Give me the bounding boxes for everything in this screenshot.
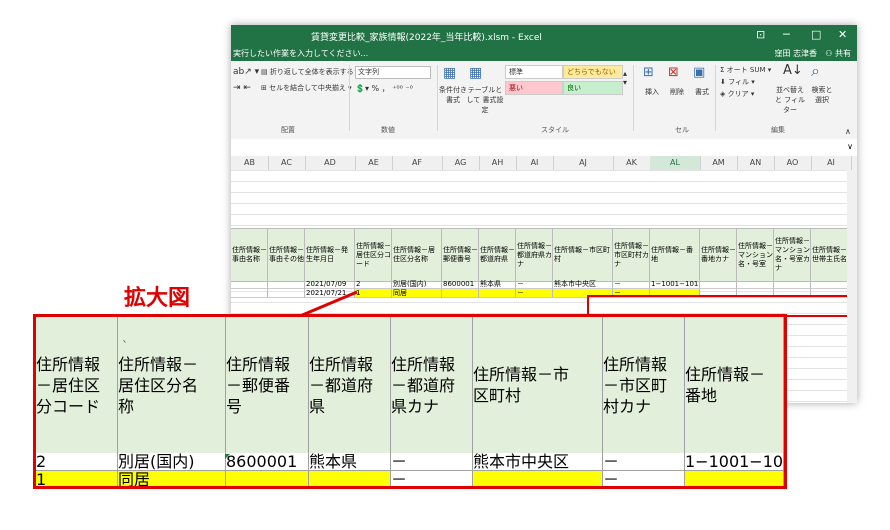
zoom-header-line: 住所情報 (36, 354, 101, 374)
zoom-header-line: －都道府 (309, 375, 374, 395)
zoom-header-cell: 住所情報 －都道府県 (309, 317, 391, 453)
zoom-header-line: 村カナ (603, 396, 652, 416)
zoom-header-line: 住所情報 (603, 354, 668, 374)
zoom-header-line: 県カナ (391, 396, 440, 416)
zoom-header-line: 居住区分名 (118, 375, 199, 395)
zoom-header-line: 住所情報－市 (473, 365, 570, 384)
zoom-data-cell: － (391, 453, 473, 471)
zoom-data-cell: 1−1001−101 (685, 453, 784, 471)
cursor-mark: ` (122, 339, 128, 353)
zoom-header-line: 住所情報 (309, 354, 374, 374)
error-indicator-icon (225, 454, 230, 459)
zoom-data-cell (685, 471, 784, 486)
zoom-header-text: 住所情報 －市区町 村カナ (603, 354, 667, 417)
zoom-header-line: 住所情報－ (685, 365, 766, 384)
zoom-header-line: 住所情報－ (118, 354, 199, 374)
zoom-header-text: 住所情報－ 居住区分名称 (118, 354, 198, 417)
zoom-header-line: －居住区 (36, 375, 101, 395)
zoom-data-cell: 2 (36, 453, 118, 471)
zoom-data-cell: 熊本県 (309, 453, 391, 471)
zoom-header-text: 住所情報 －郵便番号 (226, 354, 290, 417)
zoom-data-cell: 別居(国内) (118, 453, 226, 471)
zoom-header-cell: 住所情報－ 番地 (685, 317, 784, 453)
zoom-header-line: 号 (226, 396, 243, 416)
zoom-header-cell: 住所情報 －郵便番号 (226, 317, 309, 453)
zoom-header-text: 住所情報 －居住区 分コード (36, 354, 100, 417)
zoom-header-cell: 住所情報 －居住区 分コード (36, 317, 118, 453)
zoom-header-cell: 住所情報－ 居住区分名称 (118, 317, 226, 453)
zoom-header-text: 住所情報－ 番地 (685, 364, 765, 406)
zoom-data-cell: 熊本市中央区 (473, 453, 603, 471)
zoom-data-cell: － (391, 471, 473, 486)
zoom-header-line: 称 (118, 396, 135, 416)
zoom-header-line: 番地 (685, 386, 718, 405)
zoom-header-text: 住所情報 －都道府県 (309, 354, 373, 417)
zoom-header-line: －都道府 (391, 375, 456, 395)
zoom-header-line: －郵便番 (226, 375, 291, 395)
zoom-header-cell: 住所情報－市 区町村 (473, 317, 603, 453)
zoom-data-cell: 8600001 (226, 453, 309, 471)
zoom-header-line: 区町村 (473, 386, 522, 405)
zoom-data-cell: － (603, 471, 685, 486)
zoom-header-text: 住所情報－市 区町村 (473, 364, 569, 406)
zoom-data-cell (309, 471, 391, 486)
connector-line (299, 290, 358, 318)
zoom-header-line: 県 (309, 396, 326, 416)
zoom-header-line: －市区町 (603, 375, 668, 395)
zoom-header-line: 住所情報 (226, 354, 291, 374)
zoom-header-line: 住所情報 (391, 354, 456, 374)
zoom-header-cell: 住所情報 －都道府 県カナ (391, 317, 473, 453)
zoom-panel: 住所情報 －居住区 分コード 住所情報－ 居住区分名称住所情報 －郵便番号住所情報 －都道府… (33, 314, 787, 489)
zoom-data-cell: 1 (36, 471, 118, 486)
zoom-data-cell: 同居 (118, 471, 226, 486)
zoom-data-cell (473, 471, 603, 486)
zoom-header-line: 分コード (36, 396, 101, 416)
zoom-data-cell (226, 471, 309, 486)
zoom-label: 拡大図 (124, 286, 191, 311)
zoom-data-cell: － (603, 453, 685, 471)
zoom-header-row: 住所情報 －居住区 分コード 住所情報－ 居住区分名称住所情報 －郵便番号住所情報 －都道府… (36, 317, 784, 453)
zoom-header-cell: 住所情報 －市区町 村カナ (603, 317, 685, 453)
zoom-header-text: 住所情報 －都道府 県カナ (391, 354, 455, 417)
